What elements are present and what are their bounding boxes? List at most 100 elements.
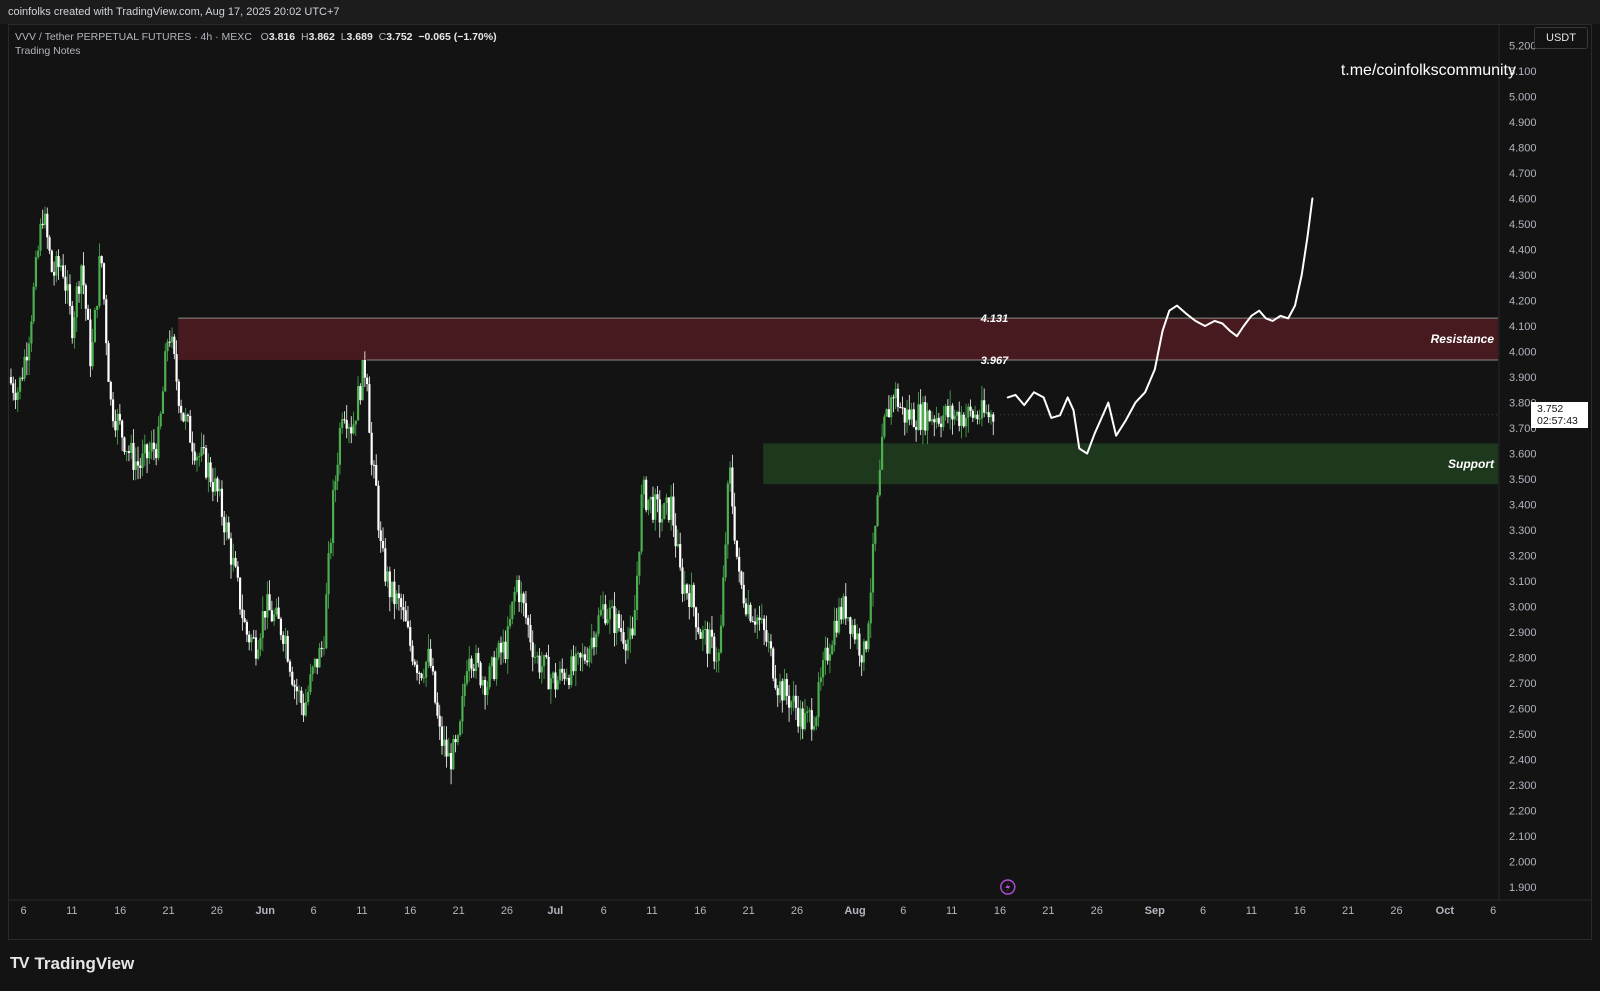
candle-body[interactable] xyxy=(21,377,24,379)
candle-body[interactable] xyxy=(869,592,872,624)
candle-body[interactable] xyxy=(32,286,35,322)
candle-body[interactable] xyxy=(445,739,448,757)
candle-body[interactable] xyxy=(887,409,890,418)
candle-body[interactable] xyxy=(633,610,636,636)
candle-body[interactable] xyxy=(277,607,280,619)
candle-body[interactable] xyxy=(87,308,90,320)
candle-body[interactable] xyxy=(220,488,224,517)
candle-body[interactable] xyxy=(944,405,947,416)
candles-group[interactable] xyxy=(9,0,1000,785)
candle-body[interactable] xyxy=(64,276,67,291)
candle-body[interactable] xyxy=(570,656,573,685)
candle-body[interactable] xyxy=(590,637,593,649)
candle-body[interactable] xyxy=(193,451,196,461)
candle-body[interactable] xyxy=(463,683,466,697)
candle-body[interactable] xyxy=(259,637,262,650)
candle-body[interactable] xyxy=(109,381,112,400)
candle-body[interactable] xyxy=(372,464,376,466)
candle-body[interactable] xyxy=(699,632,702,639)
candle-body[interactable] xyxy=(878,469,881,496)
candle-body[interactable] xyxy=(223,516,226,533)
candle-body[interactable] xyxy=(282,635,285,644)
candle-body[interactable] xyxy=(370,432,373,465)
candle-body[interactable] xyxy=(14,392,17,400)
candle-body[interactable] xyxy=(808,710,811,712)
candle-body[interactable] xyxy=(16,391,19,400)
candle-body[interactable] xyxy=(436,702,439,716)
candle-body[interactable] xyxy=(810,710,813,730)
candle-body[interactable] xyxy=(225,522,228,533)
candle-body[interactable] xyxy=(717,652,720,661)
candle-body[interactable] xyxy=(824,647,827,660)
candle-body[interactable] xyxy=(252,637,255,639)
candle-body[interactable] xyxy=(912,409,915,428)
candle-body[interactable] xyxy=(915,427,918,430)
candle-body[interactable] xyxy=(547,656,550,690)
candle-body[interactable] xyxy=(518,579,521,603)
candle-body[interactable] xyxy=(48,237,51,251)
candle-body[interactable] xyxy=(851,625,854,634)
candle-body[interactable] xyxy=(350,427,353,434)
candle-body[interactable] xyxy=(708,629,711,654)
candle-body[interactable] xyxy=(300,690,303,704)
candle-body[interactable] xyxy=(325,594,328,649)
candle-body[interactable] xyxy=(722,577,725,626)
candle-body[interactable] xyxy=(189,415,192,443)
candle-body[interactable] xyxy=(812,725,816,730)
candle-body[interactable] xyxy=(742,584,745,604)
candle-body[interactable] xyxy=(536,655,539,657)
candle-body[interactable] xyxy=(679,544,682,568)
candle-body[interactable] xyxy=(690,584,693,607)
candle-body[interactable] xyxy=(622,632,625,644)
candle-body[interactable] xyxy=(168,341,171,343)
candle-body[interactable] xyxy=(345,420,348,429)
candle-body[interactable] xyxy=(831,645,834,655)
candle-body[interactable] xyxy=(71,305,74,339)
candle-body[interactable] xyxy=(910,409,913,420)
candle-body[interactable] xyxy=(214,478,217,492)
candle-body[interactable] xyxy=(844,596,847,619)
candle-body[interactable] xyxy=(23,356,26,379)
candle-body[interactable] xyxy=(856,633,859,640)
candle-body[interactable] xyxy=(894,388,897,398)
candle-body[interactable] xyxy=(710,629,714,637)
candle-body[interactable] xyxy=(522,593,525,604)
candle-body[interactable] xyxy=(933,419,936,423)
candle-body[interactable] xyxy=(917,404,920,430)
candle-body[interactable] xyxy=(967,406,970,418)
candle-body[interactable] xyxy=(313,658,317,667)
candle-body[interactable] xyxy=(425,661,428,678)
candle-body[interactable] xyxy=(155,449,158,459)
candle-body[interactable] xyxy=(969,406,972,411)
candle-body[interactable] xyxy=(756,617,759,625)
candle-body[interactable] xyxy=(776,688,779,696)
candle-body[interactable] xyxy=(320,647,323,649)
candle-body[interactable] xyxy=(207,462,210,478)
candle-body[interactable] xyxy=(288,661,292,672)
candle-body[interactable] xyxy=(774,678,777,689)
candle-body[interactable] xyxy=(987,412,990,418)
candle-body[interactable] xyxy=(481,679,484,686)
candle-body[interactable] xyxy=(504,641,507,660)
candle-body[interactable] xyxy=(980,400,984,419)
candle-body[interactable] xyxy=(901,407,904,409)
candle-body[interactable] xyxy=(958,411,961,426)
candle-body[interactable] xyxy=(238,577,242,610)
candle-body[interactable] xyxy=(939,423,943,428)
candle-body[interactable] xyxy=(794,695,797,708)
candle-body[interactable] xyxy=(461,696,464,722)
candle-body[interactable] xyxy=(490,657,494,667)
candle-body[interactable] xyxy=(726,483,729,545)
candle-body[interactable] xyxy=(352,424,355,434)
candle-body[interactable] xyxy=(284,635,287,644)
candle-body[interactable] xyxy=(291,671,294,685)
candle-body[interactable] xyxy=(588,648,591,663)
candle-body[interactable] xyxy=(667,497,670,520)
candle-body[interactable] xyxy=(890,397,893,418)
candle-body[interactable] xyxy=(438,715,441,727)
candle-body[interactable] xyxy=(849,617,852,634)
candle-body[interactable] xyxy=(123,437,126,452)
candle-body[interactable] xyxy=(574,653,577,672)
candle-body[interactable] xyxy=(862,641,866,663)
candle-body[interactable] xyxy=(835,620,838,633)
